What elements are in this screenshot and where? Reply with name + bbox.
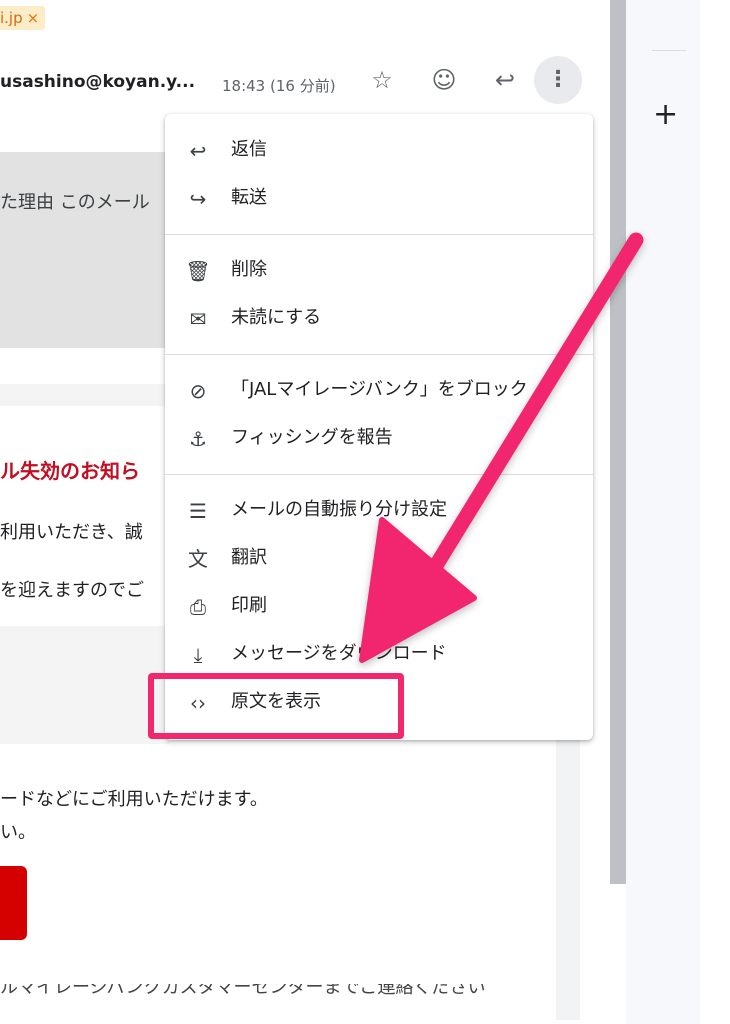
content-band <box>0 626 170 744</box>
close-icon[interactable]: × <box>27 9 40 27</box>
filter-icon: ☰ <box>189 499 207 523</box>
notice-box <box>0 152 170 348</box>
menu-item-label: 未読にする <box>231 307 322 328</box>
menu-item-label: メッセージをダウンロード <box>231 643 447 664</box>
add-icon[interactable]: + <box>653 100 678 130</box>
menu-separator <box>165 234 593 235</box>
email-heading: ル失効のお知ら <box>0 459 140 483</box>
mark-unread-icon: ✉ <box>189 307 207 331</box>
menu-separator <box>165 474 593 475</box>
body-line-3: ードなどにご利用いただけます。 <box>0 789 268 810</box>
body-line-cut: ルマイレージバンクカスタマーセンターまでご連絡ください <box>0 984 486 998</box>
trash-icon: 🗑 <box>185 259 211 283</box>
forward-icon: ↪ <box>189 187 207 211</box>
cta-button[interactable] <box>0 866 27 940</box>
menu-item-block-sender[interactable]: ⊘ 「JALマイレージバンク」をブロック <box>165 368 593 412</box>
menu-item-report-phishing[interactable]: ⚓ フィッシングを報告 <box>165 416 593 460</box>
menu-item-label: 削除 <box>231 259 267 280</box>
notice-text: た理由 このメール <box>0 192 150 213</box>
menu-item-label: 印刷 <box>231 595 267 616</box>
translate-icon: 文 <box>188 547 208 571</box>
reply-icon[interactable]: ↩ <box>487 62 523 98</box>
more-options-button[interactable]: ⋮ <box>534 56 582 104</box>
email-scrollbar[interactable] <box>556 720 580 1020</box>
body-line-1: 利用いただき、誠 <box>0 522 143 543</box>
menu-item-label: 転送 <box>231 187 267 208</box>
fishing-hook-icon: ⚓ <box>189 427 207 451</box>
address-chip-label: i.jp <box>0 9 23 27</box>
menu-item-mark-unread[interactable]: ✉ 未読にする <box>165 296 593 340</box>
menu-item-forward[interactable]: ↪ 転送 <box>165 176 593 220</box>
body-line-4: い。 <box>0 822 36 843</box>
reply-icon: ↩ <box>189 139 207 163</box>
highlight-box <box>148 673 404 739</box>
sender-address: usashino@koyan.y... <box>0 72 196 92</box>
menu-item-print[interactable]: ⎙ 印刷 <box>165 584 593 628</box>
menu-item-label: フィッシングを報告 <box>231 427 393 448</box>
menu-item-download[interactable]: ⤓ メッセージをダウンロード <box>165 632 593 676</box>
menu-item-filter[interactable]: ☰ メールの自動振り分け設定 <box>165 488 593 532</box>
download-icon: ⤓ <box>193 643 203 667</box>
menu-item-delete[interactable]: 🗑 削除 <box>165 248 593 292</box>
more-options-menu: ↩ 返信 ↪ 転送 🗑 削除 ✉ 未読にする ⊘ 「JALマイレージバンク」をブ… <box>165 114 593 740</box>
menu-item-label: 「JALマイレージバンク」をブロック <box>231 379 528 400</box>
side-panel <box>626 0 700 1024</box>
emoji-icon[interactable]: ☺ <box>426 62 462 98</box>
menu-item-label: 返信 <box>231 139 267 160</box>
block-icon: ⊘ <box>189 379 207 403</box>
side-panel-divider <box>652 50 686 51</box>
body-line-2: を迎えますのでご <box>0 580 144 601</box>
received-time: 18:43 (16 分前) <box>222 77 336 95</box>
printer-icon: ⎙ <box>190 595 206 619</box>
menu-item-label: メールの自動振り分け設定 <box>231 499 447 520</box>
menu-item-translate[interactable]: 文 翻訳 <box>165 536 593 580</box>
menu-separator <box>165 354 593 355</box>
window-scrollbar[interactable] <box>610 0 626 884</box>
star-icon[interactable]: ☆ <box>364 62 400 98</box>
address-chip[interactable]: i.jp × <box>0 6 46 30</box>
menu-item-reply[interactable]: ↩ 返信 <box>165 128 593 172</box>
menu-item-label: 翻訳 <box>231 547 267 568</box>
